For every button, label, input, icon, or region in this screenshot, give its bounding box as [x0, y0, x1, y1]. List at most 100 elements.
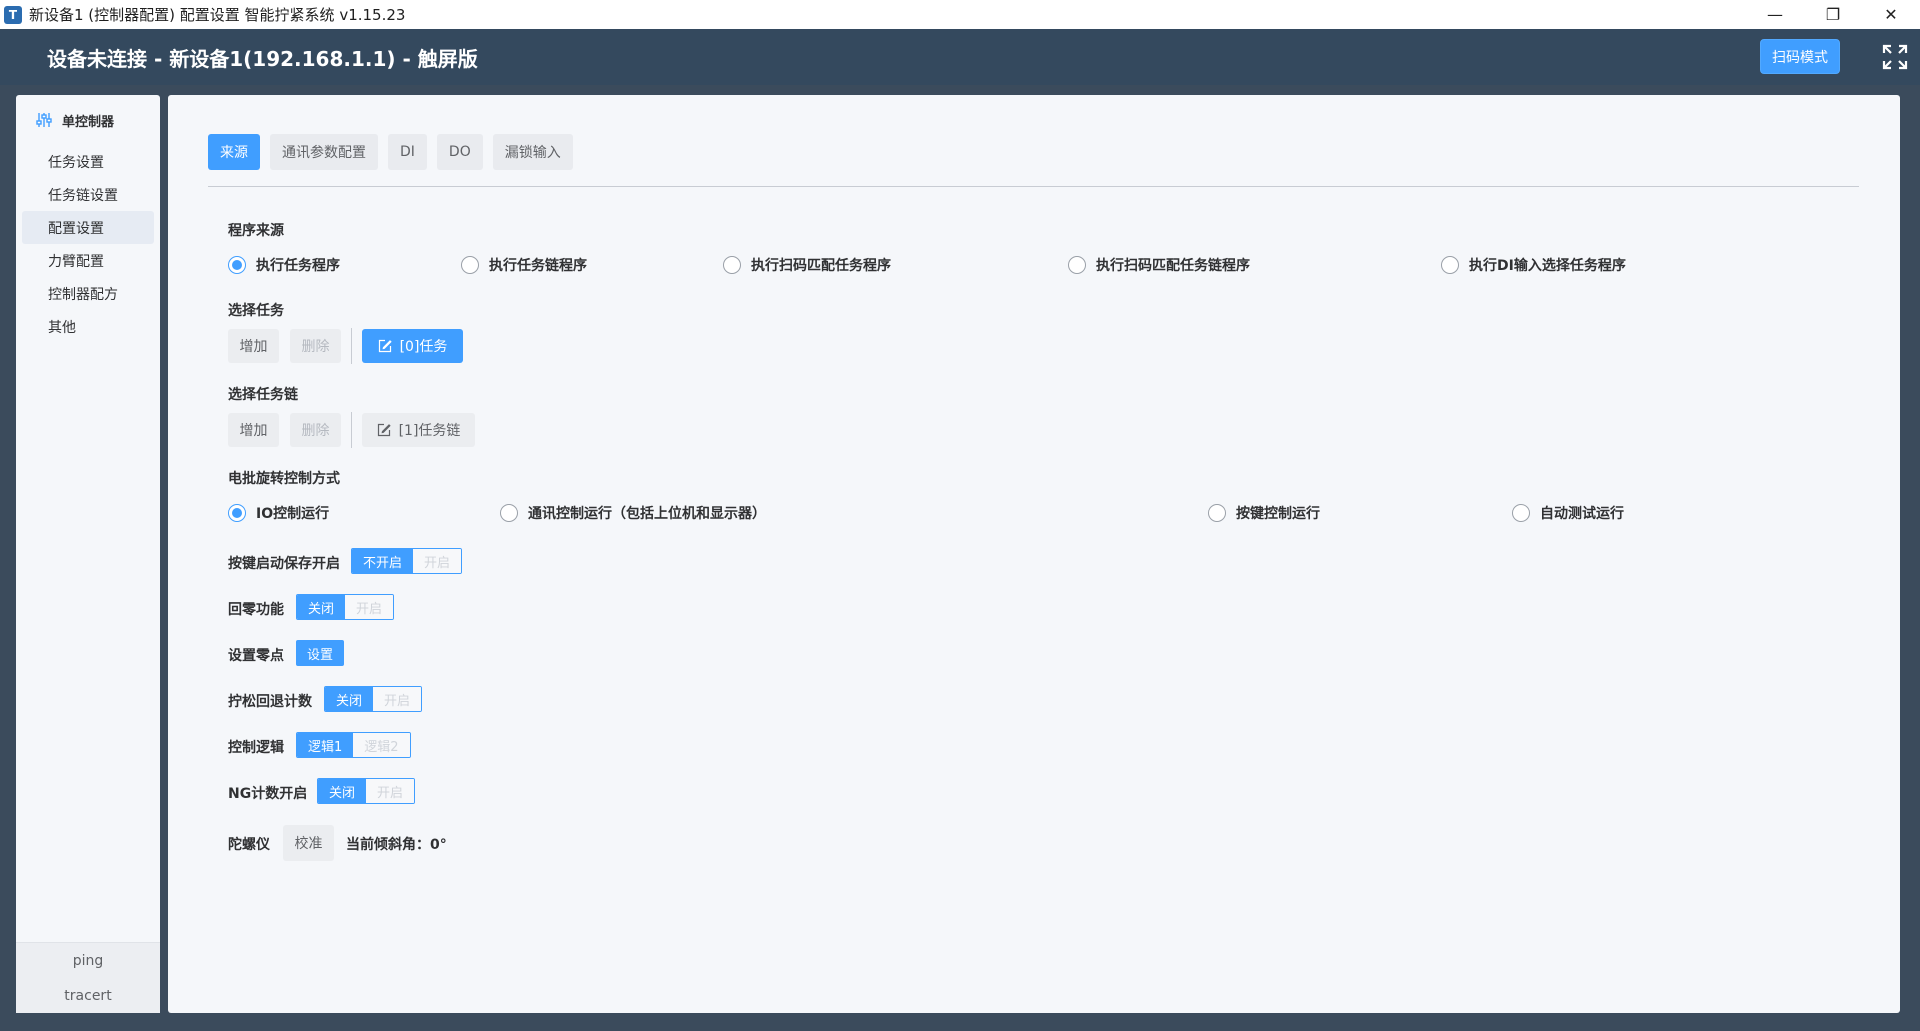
key-start-keep-label: 按键启动保存开启 — [228, 556, 340, 572]
radio-io-control[interactable]: IO控制运行 — [228, 503, 329, 523]
tilt-angle-text: 当前倾斜角：0° — [346, 837, 447, 853]
tab-divider — [208, 186, 1859, 187]
return-zero-toggle[interactable]: 关闭 开启 — [296, 594, 395, 620]
app-header: 设备未连接 - 新设备1(192.168.1.1) - 触屏版 扫码模式 — [0, 29, 1920, 85]
sidebar-item-task-chain-settings[interactable]: 任务链设置 — [22, 178, 154, 211]
radio-label: 执行任务程序 — [256, 258, 340, 274]
gyro-label: 陀螺仪 — [228, 837, 270, 853]
edit-icon — [377, 423, 391, 437]
window-titlebar: T 新设备1 (控制器配置) 配置设置 智能拧紧系统 v1.15.23 — ❐ … — [0, 0, 1920, 29]
radio-dot — [228, 504, 246, 522]
tracert-link[interactable]: tracert — [16, 978, 160, 1013]
sidebar-item-config-settings[interactable]: 配置设置 — [22, 211, 154, 244]
radio-auto-test[interactable]: 自动测试运行 — [1512, 503, 1624, 523]
divider — [351, 412, 352, 448]
tab-do[interactable]: DO — [436, 134, 483, 170]
restore-button[interactable]: ❐ — [1804, 0, 1862, 29]
toggle-option-active[interactable]: 关闭 — [297, 595, 346, 619]
tab-missing-lock-input[interactable]: 漏锁输入 — [492, 134, 573, 170]
rotation-control-label: 电批旋转控制方式 — [228, 471, 340, 487]
return-zero-label: 回零功能 — [228, 602, 284, 618]
tab-source[interactable]: 来源 — [208, 134, 260, 170]
set-zero-label: 设置零点 — [228, 648, 284, 664]
toggle-option-active[interactable]: 关闭 — [325, 687, 374, 711]
app-logo-icon: T — [4, 5, 22, 24]
tab-bar: 来源 通讯参数配置 DI DO 漏锁输入 — [208, 134, 573, 170]
radio-label: 按键控制运行 — [1236, 506, 1320, 522]
delete-task-chain-button[interactable]: 删除 — [290, 413, 341, 447]
control-logic-label: 控制逻辑 — [228, 740, 284, 756]
radio-label: 执行任务链程序 — [489, 258, 587, 274]
tab-di[interactable]: DI — [388, 134, 427, 170]
set-zero-button[interactable]: 设置 — [296, 640, 345, 666]
sidebar-section-title: 单控制器 — [62, 114, 115, 130]
radio-dot — [1208, 504, 1226, 522]
toggle-option-inactive[interactable]: 开启 — [366, 779, 415, 803]
program-source-label: 程序来源 — [228, 223, 284, 239]
radio-exec-scan-task[interactable]: 执行扫码匹配任务程序 — [723, 255, 891, 275]
task-chain-item-label: [1]任务链 — [398, 423, 461, 439]
toggle-option-active[interactable]: 不开启 — [352, 549, 414, 573]
radio-dot — [1512, 504, 1530, 522]
fullscreen-icon[interactable] — [1882, 44, 1908, 70]
sidebar-item-arm-config[interactable]: 力臂配置 — [22, 244, 154, 277]
radio-exec-task[interactable]: 执行任务程序 — [228, 255, 340, 275]
loosen-count-toggle[interactable]: 关闭 开启 — [324, 686, 423, 712]
radio-label: 自动测试运行 — [1540, 506, 1624, 522]
key-start-keep-toggle[interactable]: 不开启 开启 — [351, 548, 463, 574]
radio-dot — [1068, 256, 1086, 274]
task-item-label: [0]任务 — [399, 339, 448, 355]
calibrate-button[interactable]: 校准 — [283, 825, 334, 861]
radio-dot — [723, 256, 741, 274]
window-controls: — ❐ ✕ — [1746, 0, 1920, 29]
select-task-label: 选择任务 — [228, 303, 284, 319]
radio-exec-task-chain[interactable]: 执行任务链程序 — [461, 255, 587, 275]
sidebar-item-task-settings[interactable]: 任务设置 — [22, 145, 154, 178]
sidebar-item-other[interactable]: 其他 — [22, 310, 154, 343]
toggle-option-inactive[interactable]: 开启 — [413, 549, 462, 573]
radio-exec-scan-task-chain[interactable]: 执行扫码匹配任务链程序 — [1068, 255, 1250, 275]
toggle-option-inactive[interactable]: 逻辑2 — [353, 733, 410, 757]
close-button[interactable]: ✕ — [1862, 0, 1920, 29]
control-logic-toggle[interactable]: 逻辑1 逻辑2 — [296, 732, 411, 758]
toggle-option-active[interactable]: 逻辑1 — [297, 733, 354, 757]
task-chain-item-button[interactable]: [1]任务链 — [362, 413, 475, 447]
add-task-button[interactable]: 增加 — [228, 329, 279, 363]
minimize-button[interactable]: — — [1746, 0, 1804, 29]
add-task-chain-button[interactable]: 增加 — [228, 413, 279, 447]
tab-comm-params[interactable]: 通讯参数配置 — [270, 134, 378, 170]
radio-exec-di-task[interactable]: 执行DI输入选择任务程序 — [1441, 255, 1626, 275]
radio-dot — [228, 256, 246, 274]
toggle-option-active[interactable]: 关闭 — [318, 779, 367, 803]
page-title: 设备未连接 - 新设备1(192.168.1.1) - 触屏版 — [47, 46, 478, 71]
radio-label: 通讯控制运行（包括上位机和显示器） — [528, 506, 766, 522]
window-title: 新设备1 (控制器配置) 配置设置 智能拧紧系统 v1.15.23 — [29, 6, 406, 24]
toggle-option-inactive[interactable]: 开启 — [345, 595, 394, 619]
toggle-option-inactive[interactable]: 开启 — [373, 687, 422, 711]
radio-dot — [1441, 256, 1459, 274]
radio-dot — [461, 256, 479, 274]
radio-label: 执行DI输入选择任务程序 — [1469, 258, 1626, 274]
edit-icon — [378, 339, 392, 353]
ng-count-toggle[interactable]: 关闭 开启 — [317, 778, 416, 804]
radio-dot — [500, 504, 518, 522]
sliders-icon — [36, 113, 52, 127]
radio-label: IO控制运行 — [256, 506, 330, 522]
sidebar-item-controller-recipe[interactable]: 控制器配方 — [22, 277, 154, 310]
divider — [351, 328, 352, 364]
ng-count-label: NG计数开启 — [228, 786, 308, 802]
loosen-count-label: 拧松回退计数 — [228, 694, 312, 710]
ping-link[interactable]: ping — [16, 943, 160, 978]
sidebar-footer: ping tracert — [16, 942, 160, 1013]
main-panel: 来源 通讯参数配置 DI DO 漏锁输入 程序来源 执行任务程序 执行任务链程序… — [168, 95, 1900, 1013]
sidebar-section-header[interactable]: 单控制器 — [16, 95, 160, 145]
radio-label: 执行扫码匹配任务程序 — [751, 258, 891, 274]
radio-key-control[interactable]: 按键控制运行 — [1208, 503, 1320, 523]
radio-label: 执行扫码匹配任务链程序 — [1096, 258, 1250, 274]
delete-task-button[interactable]: 删除 — [290, 329, 341, 363]
scan-mode-button[interactable]: 扫码模式 — [1760, 39, 1840, 74]
sidebar: 单控制器 任务设置 任务链设置 配置设置 力臂配置 控制器配方 其他 ping … — [16, 95, 160, 1013]
select-task-chain-label: 选择任务链 — [228, 387, 298, 403]
task-item-button[interactable]: [0]任务 — [362, 329, 463, 363]
radio-comm-control[interactable]: 通讯控制运行（包括上位机和显示器） — [500, 503, 766, 523]
